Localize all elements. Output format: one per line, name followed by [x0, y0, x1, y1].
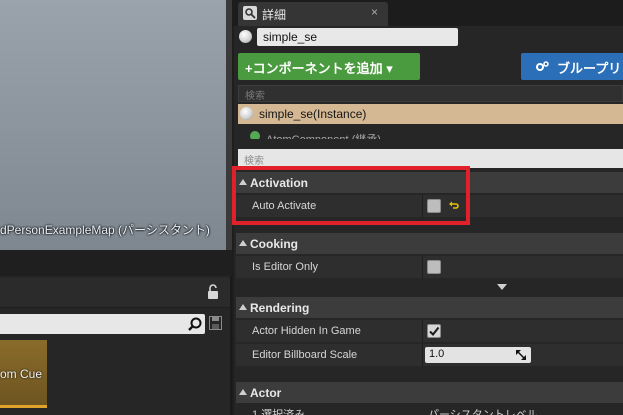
- tab-details[interactable]: [238, 2, 388, 26]
- asset-search-input[interactable]: [0, 314, 205, 334]
- property-label: 1 選択済み: [252, 409, 306, 415]
- actor-instance-icon: [240, 107, 253, 120]
- actor-name-field[interactable]: simple_se: [257, 28, 458, 46]
- actor-icon: [239, 30, 252, 43]
- is-editor-only-checkbox[interactable]: [427, 260, 441, 274]
- property-label: Is Editor Only: [252, 261, 319, 273]
- property-label: Editor Billboard Scale: [252, 349, 358, 361]
- category-cooking[interactable]: Cooking: [236, 233, 623, 254]
- save-icon[interactable]: [209, 316, 222, 330]
- tab-title: 詳細: [262, 8, 287, 22]
- advanced-expander[interactable]: [236, 280, 623, 295]
- property-label: Actor Hidden In Game: [252, 325, 361, 337]
- property-divider[interactable]: [422, 320, 423, 343]
- asset-tile-label: om Cue: [0, 367, 43, 381]
- tree-scroll-clip: [238, 139, 623, 147]
- checkmark-icon: [429, 326, 440, 337]
- gear-icon: [536, 61, 549, 71]
- tab-close-icon[interactable]: ×: [371, 5, 378, 19]
- component-tree-item-selected[interactable]: simple_se(Instance): [238, 104, 623, 124]
- search-icon[interactable]: [187, 316, 203, 332]
- highlight-box: [232, 166, 470, 225]
- property-divider[interactable]: [422, 256, 423, 279]
- level-viewport[interactable]: [0, 0, 230, 250]
- expand-advanced-icon[interactable]: [497, 284, 507, 290]
- property-value: パーシスタントレベル: [428, 409, 538, 415]
- panel-gap: [0, 250, 232, 276]
- lock-open-icon[interactable]: [206, 284, 220, 300]
- add-component-button[interactable]: +コンポーネントを追加 ▾: [238, 53, 420, 80]
- category-actor[interactable]: Actor: [236, 382, 623, 403]
- drag-resize-icon[interactable]: [515, 349, 527, 361]
- details-magnifier-icon: [243, 6, 257, 20]
- collapse-arrow-icon[interactable]: [239, 304, 247, 310]
- collapse-arrow-icon[interactable]: [239, 240, 247, 246]
- collapse-arrow-icon[interactable]: [239, 389, 247, 395]
- category-rendering[interactable]: Rendering: [236, 297, 623, 318]
- map-name-label: dPersonExampleMap (パーシスタント): [0, 223, 210, 237]
- content-browser-toolbar: [0, 278, 230, 308]
- property-divider[interactable]: [422, 344, 423, 367]
- component-search-input[interactable]: 検索: [238, 85, 623, 102]
- blueprint-button-label: ブループリ: [557, 61, 622, 76]
